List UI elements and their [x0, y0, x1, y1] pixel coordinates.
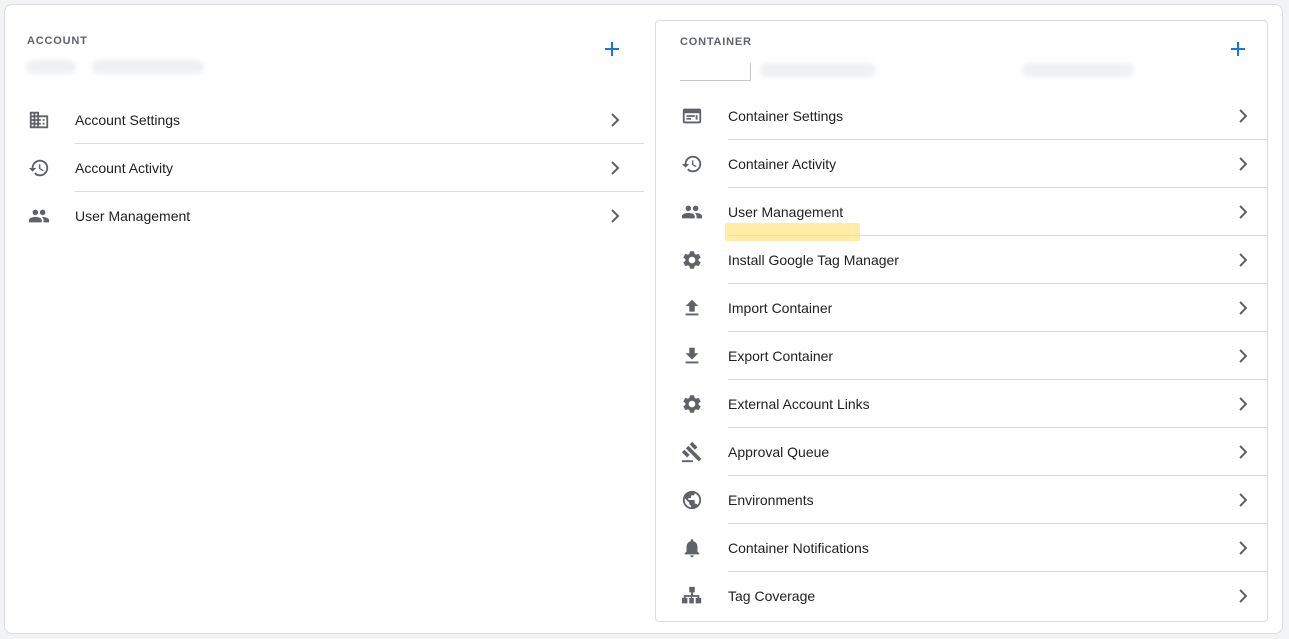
container-settings-label: Container Settings [728, 108, 844, 124]
history-icon [680, 152, 704, 176]
chevron-right-icon [1235, 300, 1251, 316]
chevron-right-icon [1235, 588, 1251, 604]
chevron-right-icon [1235, 540, 1251, 556]
install-gtm-item[interactable]: Install Google Tag Manager [656, 236, 1267, 284]
redacted-account-id [26, 60, 76, 74]
gear-icon [680, 248, 704, 272]
import-container-item[interactable]: Import Container [656, 284, 1267, 332]
account-settings-item[interactable]: Account Settings [4, 96, 644, 144]
download-icon [680, 344, 704, 368]
add-account-button[interactable] [598, 35, 626, 63]
history-icon [27, 156, 51, 180]
building-icon [27, 108, 51, 132]
external-account-links-label: External Account Links [728, 396, 870, 412]
gavel-icon [680, 440, 704, 464]
tag-coverage-label: Tag Coverage [728, 588, 816, 604]
web-window-icon [680, 104, 704, 128]
container-selector[interactable] [680, 63, 751, 81]
container-user-management-item[interactable]: User Management [656, 188, 1267, 236]
gear-icon [680, 392, 704, 416]
container-section-title: CONTAINER [680, 36, 752, 48]
chevron-right-icon [1235, 108, 1251, 124]
chevron-right-icon [607, 112, 623, 128]
people-icon [27, 204, 51, 228]
redacted-container-name [760, 63, 876, 77]
approval-queue-item[interactable]: Approval Queue [656, 428, 1267, 476]
account-panel: ACCOUNT Account Settings Account Activit… [4, 4, 644, 634]
hierarchy-icon [680, 584, 704, 608]
external-account-links-item[interactable]: External Account Links [656, 380, 1267, 428]
account-menu: Account Settings Account Activity User M… [4, 96, 644, 240]
environments-item[interactable]: Environments [656, 476, 1267, 524]
chevron-right-icon [1235, 492, 1251, 508]
container-notifications-item[interactable]: Container Notifications [656, 524, 1267, 572]
account-activity-item[interactable]: Account Activity [4, 144, 644, 192]
approval-queue-label: Approval Queue [728, 444, 830, 460]
import-container-label: Import Container [728, 300, 833, 316]
container-panel: CONTAINER Container Settings Container A… [655, 20, 1268, 622]
install-gtm-label: Install Google Tag Manager [728, 252, 899, 268]
container-activity-item[interactable]: Container Activity [656, 140, 1267, 188]
export-container-item[interactable]: Export Container [656, 332, 1267, 380]
chevron-right-icon [1235, 204, 1251, 220]
account-section-title: ACCOUNT [27, 35, 88, 47]
redacted-container-id [1022, 63, 1134, 77]
container-menu: Container Settings Container Activity Us… [656, 92, 1267, 620]
chevron-right-icon [1235, 252, 1251, 268]
tag-coverage-item[interactable]: Tag Coverage [656, 572, 1267, 620]
export-container-label: Export Container [728, 348, 834, 364]
chevron-right-icon [607, 208, 623, 224]
globe-icon [680, 488, 704, 512]
chevron-right-icon [607, 160, 623, 176]
chevron-right-icon [1235, 348, 1251, 364]
chevron-right-icon [1235, 444, 1251, 460]
container-user-management-label: User Management [728, 204, 844, 220]
plus-icon [1231, 42, 1245, 56]
account-user-management-label: User Management [75, 208, 191, 224]
chevron-right-icon [1235, 156, 1251, 172]
people-icon [680, 200, 704, 224]
container-notifications-label: Container Notifications [728, 540, 869, 556]
redacted-account-name [92, 60, 204, 74]
bell-icon [680, 536, 704, 560]
chevron-right-icon [1235, 396, 1251, 412]
plus-icon [605, 42, 619, 56]
account-user-management-item[interactable]: User Management [4, 192, 644, 240]
account-activity-label: Account Activity [75, 160, 174, 176]
container-activity-label: Container Activity [728, 156, 837, 172]
container-settings-item[interactable]: Container Settings [656, 92, 1267, 140]
add-container-button[interactable] [1224, 35, 1252, 63]
account-settings-label: Account Settings [75, 112, 181, 128]
upload-icon [680, 296, 704, 320]
environments-label: Environments [728, 492, 814, 508]
